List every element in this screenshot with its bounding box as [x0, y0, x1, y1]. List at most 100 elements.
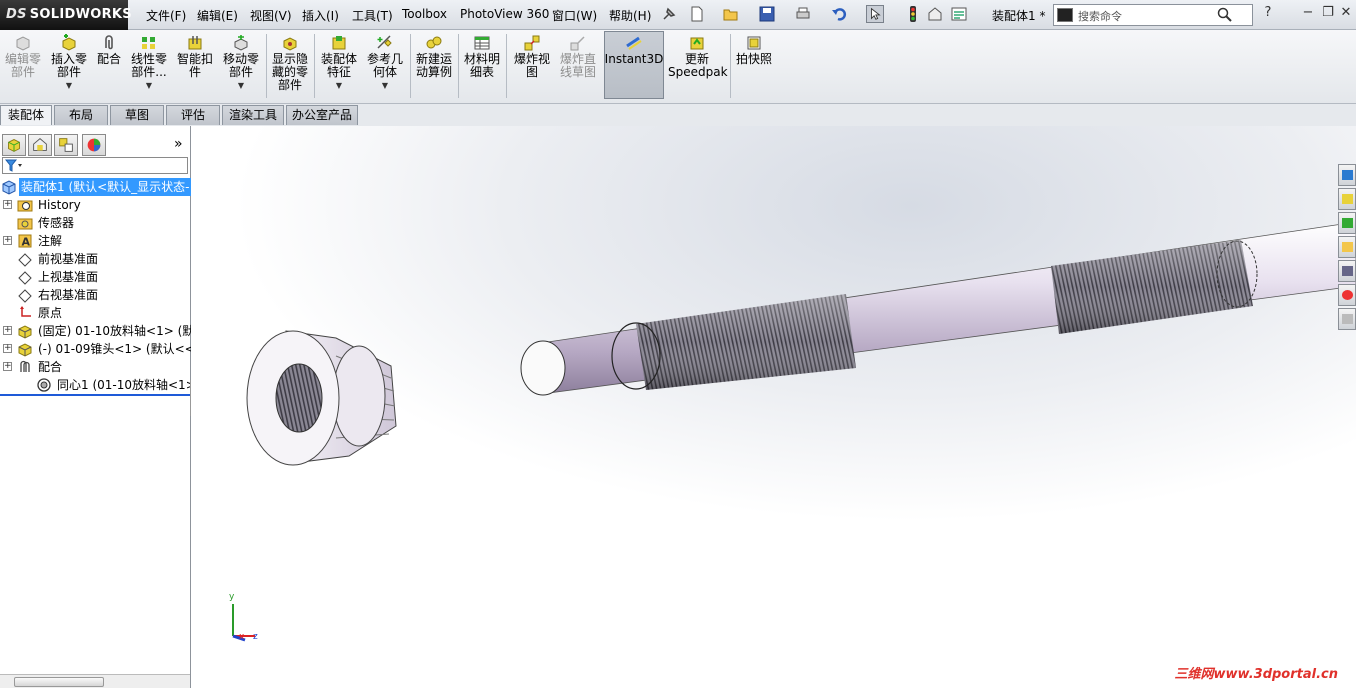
move-component-button[interactable]: 移动零 部件 ▼ — [220, 30, 262, 102]
task-pane-file-explorer-icon[interactable] — [1338, 236, 1356, 258]
linear-pattern-button[interactable]: 线性零 部件... ▼ — [128, 30, 170, 102]
restore-button[interactable]: ❐ — [1320, 5, 1336, 21]
tree-expand-toggle[interactable]: + — [3, 200, 12, 209]
tree-item-label: (固定) 01-10放料轴<1> (默 — [38, 324, 195, 338]
dropdown-arrow-icon[interactable]: ▼ — [46, 79, 92, 92]
assembly-icon — [2, 180, 16, 195]
model-geometry[interactable] — [191, 126, 1356, 688]
edit-component-button[interactable]: 编辑零 部件 — [2, 30, 44, 102]
tree-rollback-bar[interactable] — [0, 394, 190, 396]
menu-edit[interactable]: 编辑(E) — [197, 7, 238, 24]
options-icon[interactable] — [950, 5, 968, 23]
task-pane-appearances-icon[interactable] — [1338, 284, 1356, 306]
file-properties-icon[interactable] — [926, 5, 944, 23]
feature-manager-tab-icon[interactable] — [2, 134, 26, 156]
configuration-manager-tab-icon[interactable] — [54, 134, 78, 156]
tree-filter-input[interactable] — [2, 157, 188, 174]
print-icon[interactable] — [794, 5, 812, 23]
tab-office-products[interactable]: 办公室产品 — [286, 105, 358, 125]
new-document-icon[interactable] — [688, 5, 706, 23]
scrollbar-thumb[interactable] — [14, 677, 104, 687]
horizontal-scrollbar[interactable] — [0, 674, 190, 688]
filter-icon[interactable] — [5, 159, 23, 173]
display-manager-tab-icon[interactable] — [82, 134, 106, 156]
hide-show-items-icon[interactable] — [779, 126, 797, 129]
view-orientation-icon[interactable] — [713, 126, 731, 129]
part-icon — [18, 325, 32, 339]
show-hidden-components-button[interactable]: 显示隐 藏的零 部件 — [268, 30, 312, 102]
search-commands-input[interactable]: 搜索命令 — [1053, 4, 1253, 26]
new-motion-study-button[interactable]: 新建运 动算例 — [412, 30, 456, 102]
annotation-icon: A — [18, 234, 32, 249]
menu-file[interactable]: 文件(F) — [146, 7, 186, 24]
tree-expand-toggle[interactable]: + — [3, 326, 12, 335]
assembly-features-button[interactable]: 装配体 特征 ▼ — [318, 30, 360, 102]
help-icon[interactable]: ? — [1260, 5, 1276, 21]
zoom-to-area-icon[interactable] — [647, 126, 665, 129]
minimize-button[interactable]: − — [1300, 5, 1316, 21]
close-button[interactable]: ✕ — [1338, 5, 1354, 21]
menu-insert[interactable]: 插入(I) — [302, 7, 339, 24]
tree-item-label: 注解 — [38, 234, 63, 248]
edit-appearance-icon[interactable] — [817, 126, 835, 129]
insert-component-button[interactable]: 插入零 部件 ▼ — [46, 30, 92, 102]
solidworks-logo[interactable]: DS SOLIDWORKS — [0, 0, 132, 30]
show-hidden-components-icon — [283, 37, 297, 51]
feature-manager-panel: » 装配体1 (默认<默认_显示状态- + History 传感器 + A 注解 前视基准面… — [0, 126, 196, 688]
origin-icon — [20, 306, 31, 317]
tree-expand-toggle[interactable]: + — [3, 236, 12, 245]
take-snapshot-button[interactable]: 拍快照 — [732, 30, 776, 102]
dropdown-arrow-icon[interactable]: ▼ — [364, 79, 406, 92]
toolbar-separator — [266, 34, 267, 98]
tab-sketch[interactable]: 草图 — [110, 105, 164, 125]
tab-render-tools[interactable]: 渲染工具 — [222, 105, 284, 125]
exploded-view-button[interactable]: 爆炸视 图 — [510, 30, 554, 102]
save-icon[interactable] — [758, 5, 776, 23]
cone-nut-part[interactable] — [246, 330, 397, 466]
display-style-icon[interactable] — [749, 126, 767, 129]
explode-line-sketch-button[interactable]: 爆炸直 线草图 — [556, 30, 600, 102]
menu-photoview[interactable]: PhotoView 360 — [460, 7, 549, 21]
command-manager-tabs: 装配体 布局 草图 评估 渲染工具 办公室产品 — [0, 104, 1356, 126]
task-pane-custom-properties-icon[interactable] — [1338, 308, 1356, 330]
zoom-to-fit-icon[interactable] — [625, 126, 643, 129]
task-pane-home-icon[interactable] — [1338, 188, 1356, 210]
task-pane-resources-icon[interactable] — [1338, 164, 1356, 186]
pin-icon[interactable] — [660, 5, 678, 23]
dropdown-arrow-icon[interactable]: ▼ — [128, 79, 170, 92]
view-settings-icon[interactable] — [875, 126, 893, 129]
panel-expand-arrow[interactable]: » — [174, 136, 183, 152]
previous-view-icon[interactable] — [669, 126, 687, 129]
shaft-part[interactable] — [520, 221, 1356, 396]
bill-of-materials-button[interactable]: 材料明 细表 — [460, 30, 504, 102]
tree-expand-toggle[interactable]: + — [3, 362, 12, 371]
menu-toolbox[interactable]: Toolbox — [402, 7, 447, 21]
menu-help[interactable]: 帮助(H) — [609, 7, 651, 24]
menu-tools[interactable]: 工具(T) — [352, 7, 393, 24]
rebuild-traffic-light-icon[interactable] — [904, 5, 922, 23]
update-speedpak-button[interactable]: 更新 Speedpak — [668, 30, 728, 102]
open-folder-icon[interactable] — [722, 5, 740, 23]
tab-layout[interactable]: 布局 — [54, 105, 108, 125]
menu-window[interactable]: 窗口(W) — [552, 7, 597, 24]
smart-fasteners-button[interactable]: 智能扣 件 — [174, 30, 216, 102]
mate-button[interactable]: 配合 — [94, 30, 124, 102]
section-view-icon[interactable] — [691, 126, 709, 129]
task-pane-design-library-icon[interactable] — [1338, 212, 1356, 234]
tree-root-assembly[interactable]: 装配体1 (默认<默认_显示状态- — [0, 178, 192, 196]
tab-assembly[interactable]: 装配体 — [0, 105, 52, 125]
tree-expand-toggle[interactable]: + — [3, 344, 12, 353]
task-pane-view-palette-icon[interactable] — [1338, 260, 1356, 282]
undo-icon[interactable] — [830, 5, 848, 23]
search-icon[interactable] — [1217, 7, 1232, 22]
menu-view[interactable]: 视图(V) — [250, 7, 292, 24]
reference-geometry-button[interactable]: 参考几 何体 ▼ — [364, 30, 406, 102]
instant3d-button[interactable]: Instant3D — [604, 30, 664, 102]
dropdown-arrow-icon[interactable]: ▼ — [318, 79, 360, 92]
select-arrow-icon[interactable] — [866, 5, 884, 23]
property-manager-tab-icon[interactable] — [28, 134, 52, 156]
dropdown-arrow-icon[interactable]: ▼ — [220, 79, 262, 92]
graphics-area[interactable]: − ❐ ✕ y x z 三维网www.3dportal.cn — [191, 126, 1356, 688]
apply-scene-icon[interactable] — [839, 126, 857, 129]
tab-evaluate[interactable]: 评估 — [166, 105, 220, 125]
